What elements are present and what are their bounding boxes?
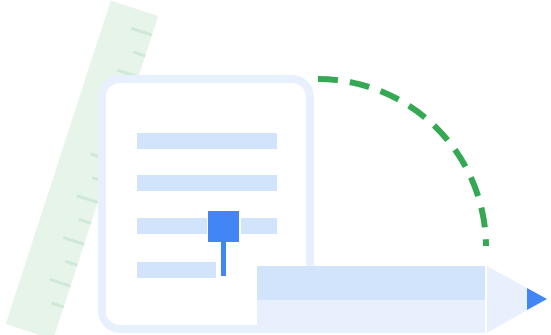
text-line [137, 175, 277, 191]
edit-document-illustration [0, 0, 551, 335]
pencil-lead [527, 288, 547, 310]
pencil-body-bottom [257, 300, 485, 333]
illustration-canvas [5, 0, 547, 335]
text-line [137, 262, 216, 278]
cursor-stem [221, 240, 226, 276]
text-line [137, 218, 207, 234]
pencil-icon [257, 266, 547, 333]
text-line [241, 218, 277, 234]
cursor-handle [208, 211, 239, 242]
text-line [137, 133, 277, 149]
pencil-body-top [257, 266, 485, 300]
dashed-arc [317, 76, 489, 247]
